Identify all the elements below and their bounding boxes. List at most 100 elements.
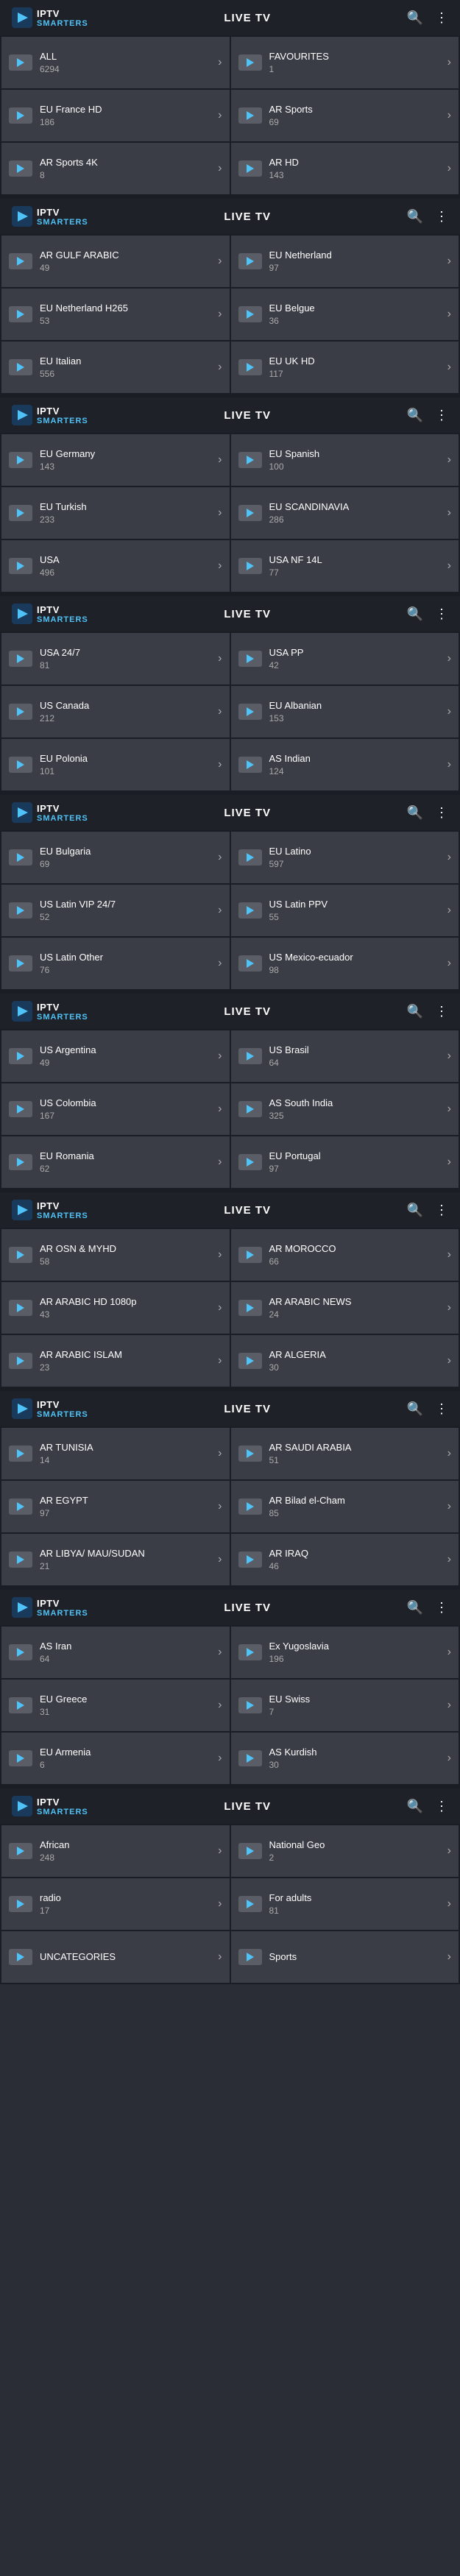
channel-card[interactable]: EU Swiss7› <box>231 1680 459 1731</box>
channel-card[interactable]: EU Spanish100› <box>231 434 459 486</box>
search-icon[interactable]: 🔍 <box>407 805 423 821</box>
search-icon[interactable]: 🔍 <box>407 606 423 622</box>
play-triangle <box>17 456 24 464</box>
search-icon[interactable]: 🔍 <box>407 1401 423 1417</box>
more-icon[interactable]: ⋮ <box>435 408 448 423</box>
channel-card[interactable]: US Brasil64› <box>231 1030 459 1082</box>
channel-card[interactable]: AR HD143› <box>231 143 459 194</box>
search-icon[interactable]: 🔍 <box>407 1600 423 1616</box>
channel-card[interactable]: AR OSN & MYHD58› <box>1 1229 230 1281</box>
chevron-right-icon: › <box>218 109 222 122</box>
logo-tagline: SMARTERS <box>37 218 88 227</box>
channel-play-icon <box>9 902 32 919</box>
channel-card[interactable]: USA 24/781› <box>1 633 230 684</box>
channel-card[interactable]: EU Netherland H26553› <box>1 289 230 340</box>
logo-tagline: SMARTERS <box>37 417 88 425</box>
channel-info: USA NF 14L77 <box>269 554 443 578</box>
channel-card[interactable]: EU UK HD117› <box>231 342 459 393</box>
channel-card[interactable]: UNCATEGORIES› <box>1 1931 230 1983</box>
channel-card[interactable]: AS Kurdish30› <box>231 1733 459 1784</box>
more-icon[interactable]: ⋮ <box>435 606 448 622</box>
channel-name: US Canada <box>40 700 213 712</box>
channel-card[interactable]: US Latin PPV55› <box>231 885 459 936</box>
logo-tagline: SMARTERS <box>37 814 88 823</box>
channel-card[interactable]: AS South India325› <box>231 1083 459 1135</box>
channel-card[interactable]: US Latin VIP 24/752› <box>1 885 230 936</box>
channel-card[interactable]: EU Bulgaria69› <box>1 832 230 883</box>
channel-card[interactable]: African248› <box>1 1825 230 1877</box>
channel-info: National Geo2 <box>269 1839 443 1864</box>
channel-card[interactable]: National Geo2› <box>231 1825 459 1877</box>
channel-card[interactable]: EU Greece31› <box>1 1680 230 1731</box>
channel-card[interactable]: FAVOURITES1› <box>231 37 459 88</box>
channel-card[interactable]: EU Turkish233› <box>1 487 230 539</box>
channel-name: EU UK HD <box>269 355 443 368</box>
channel-name: US Latin Other <box>40 952 213 964</box>
search-icon[interactable]: 🔍 <box>407 408 423 423</box>
channel-card[interactable]: US Colombia167› <box>1 1083 230 1135</box>
channel-card[interactable]: AR ARABIC NEWS24› <box>231 1282 459 1334</box>
channel-card[interactable]: Ex Yugoslavia196› <box>231 1627 459 1678</box>
more-icon[interactable]: ⋮ <box>435 1004 448 1019</box>
channel-card[interactable]: US Mexico-ecuador98› <box>231 938 459 989</box>
channel-card[interactable]: ALL6294› <box>1 37 230 88</box>
channel-card[interactable]: USA PP42› <box>231 633 459 684</box>
channel-card[interactable]: EU Belgue36› <box>231 289 459 340</box>
search-icon[interactable]: 🔍 <box>407 209 423 224</box>
channel-card[interactable]: AR Sports 4K8› <box>1 143 230 194</box>
channel-play-icon <box>238 1247 262 1263</box>
channel-card[interactable]: AR IRAQ46› <box>231 1534 459 1585</box>
channel-card[interactable]: AR SAUDI ARABIA51› <box>231 1428 459 1479</box>
channel-card[interactable]: US Canada212› <box>1 686 230 737</box>
channel-card[interactable]: AR Sports69› <box>231 90 459 141</box>
channel-card[interactable]: EU SCANDINAVIA286› <box>231 487 459 539</box>
channel-info: US Canada212 <box>40 700 213 724</box>
more-icon[interactable]: ⋮ <box>435 10 448 26</box>
channel-card[interactable]: AR ALGERIA30› <box>231 1335 459 1387</box>
channel-card[interactable]: US Latin Other76› <box>1 938 230 989</box>
channel-card[interactable]: AS Iran64› <box>1 1627 230 1678</box>
channel-play-icon <box>9 160 32 177</box>
channel-card[interactable]: Sports› <box>231 1931 459 1983</box>
channel-card[interactable]: EU Germany143› <box>1 434 230 486</box>
search-icon[interactable]: 🔍 <box>407 1799 423 1814</box>
channel-card[interactable]: For adults81› <box>231 1878 459 1930</box>
channel-card[interactable]: AR Bilad el-Cham85› <box>231 1481 459 1532</box>
channel-card[interactable]: AR ARABIC HD 1080p43› <box>1 1282 230 1334</box>
app-header: IPTV SMARTERS LIVE TV🔍⋮ <box>0 1788 460 1824</box>
channel-card[interactable]: EU Romania62› <box>1 1136 230 1188</box>
channel-count: 286 <box>269 514 443 525</box>
channel-card[interactable]: radio17› <box>1 1878 230 1930</box>
channel-card[interactable]: AR LIBYA/ MAU/SUDAN21› <box>1 1534 230 1585</box>
channel-info: Ex Yugoslavia196 <box>269 1641 443 1665</box>
channel-card[interactable]: AR GULF ARABIC49› <box>1 236 230 287</box>
search-icon[interactable]: 🔍 <box>407 10 423 26</box>
more-icon[interactable]: ⋮ <box>435 209 448 224</box>
channel-card[interactable]: EU Netherland97› <box>231 236 459 287</box>
channel-card[interactable]: AR EGYPT97› <box>1 1481 230 1532</box>
channel-name: AR Sports 4K <box>40 157 213 169</box>
channel-card[interactable]: AS Indian124› <box>231 739 459 790</box>
search-icon[interactable]: 🔍 <box>407 1004 423 1019</box>
channel-card[interactable]: EU Italian556› <box>1 342 230 393</box>
channel-card[interactable]: AR TUNISIA14› <box>1 1428 230 1479</box>
channel-card[interactable]: EU France HD186› <box>1 90 230 141</box>
channel-card[interactable]: EU Armenia6› <box>1 1733 230 1784</box>
more-icon[interactable]: ⋮ <box>435 1401 448 1417</box>
channel-card[interactable]: EU Latino597› <box>231 832 459 883</box>
channel-card[interactable]: US Argentina49› <box>1 1030 230 1082</box>
more-icon[interactable]: ⋮ <box>435 805 448 821</box>
channel-card[interactable]: EU Polonia101› <box>1 739 230 790</box>
more-icon[interactable]: ⋮ <box>435 1203 448 1218</box>
channel-card[interactable]: AR ARABIC ISLAM23› <box>1 1335 230 1387</box>
chevron-right-icon: › <box>218 1553 222 1566</box>
channel-card[interactable]: USA496› <box>1 540 230 592</box>
more-icon[interactable]: ⋮ <box>435 1600 448 1616</box>
channel-card[interactable]: EU Portugal97› <box>231 1136 459 1188</box>
channel-card[interactable]: EU Albanian153› <box>231 686 459 737</box>
play-triangle <box>17 164 24 173</box>
search-icon[interactable]: 🔍 <box>407 1203 423 1218</box>
channel-card[interactable]: USA NF 14L77› <box>231 540 459 592</box>
channel-card[interactable]: AR MOROCCO66› <box>231 1229 459 1281</box>
more-icon[interactable]: ⋮ <box>435 1799 448 1814</box>
